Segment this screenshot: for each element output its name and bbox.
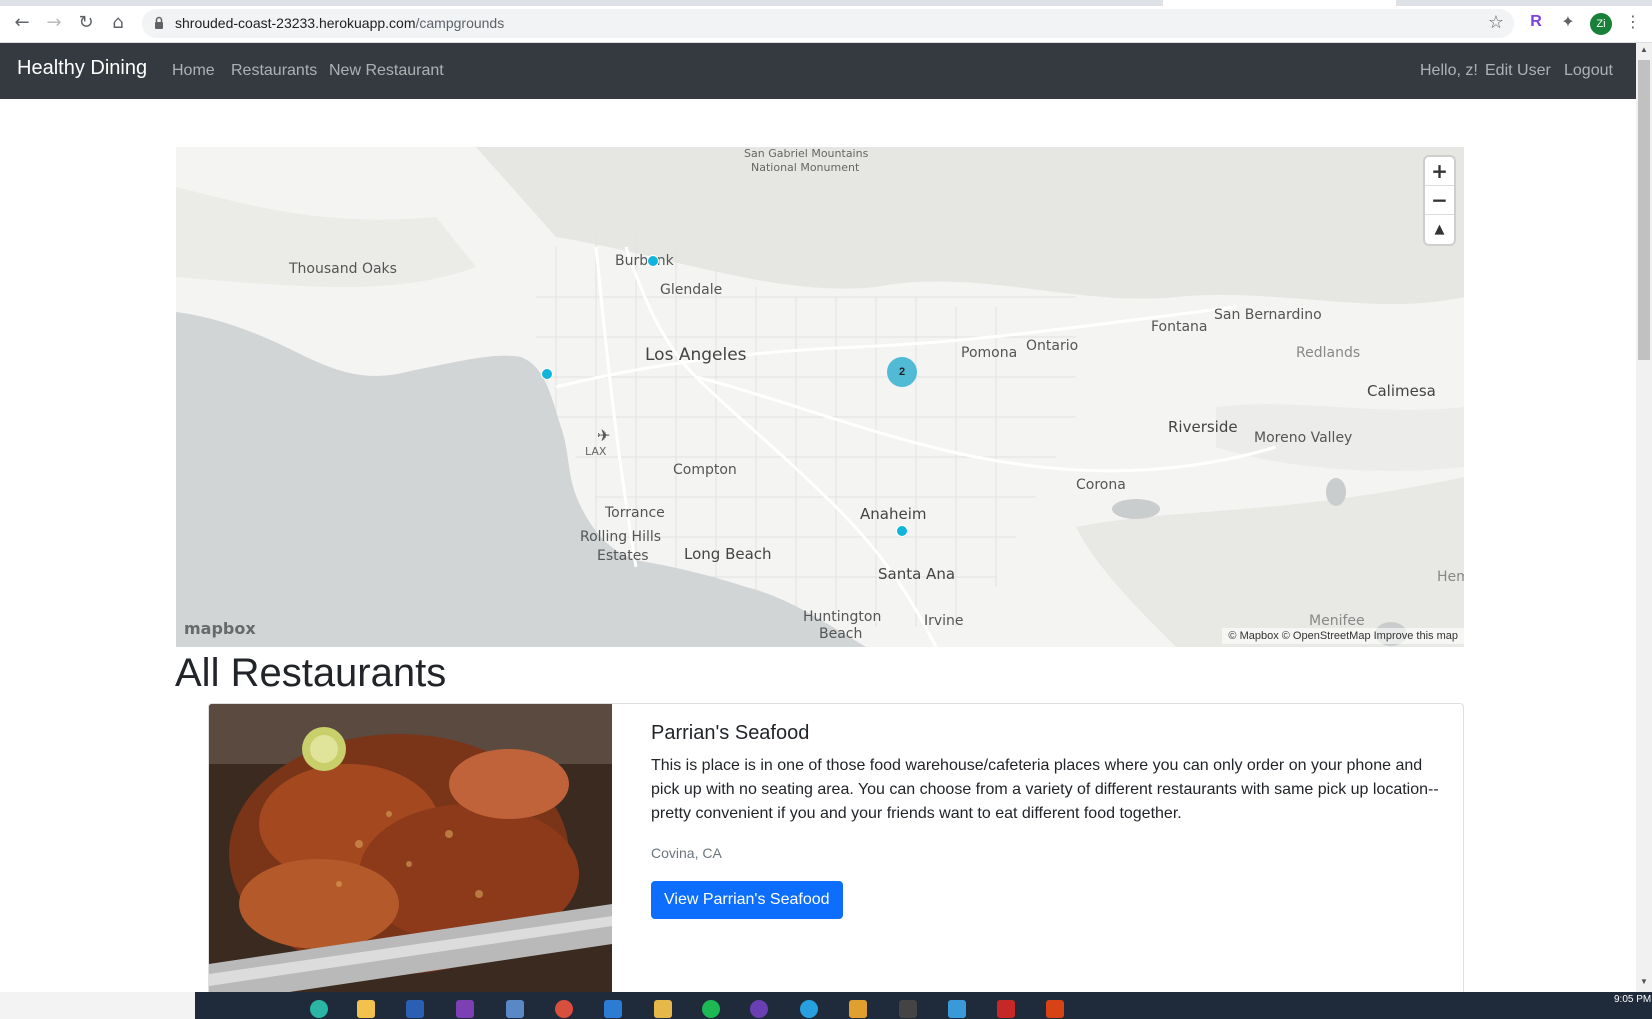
vscode-icon[interactable]: [604, 1000, 622, 1018]
map-attribution[interactable]: © Mapbox © OpenStreetMap Improve this ma…: [1222, 628, 1464, 644]
map-label-compton: Compton: [673, 462, 737, 478]
url-path: /campgrounds: [415, 15, 505, 31]
app-icon[interactable]: [506, 1000, 524, 1018]
scroll-up-icon[interactable]: ▲: [1640, 45, 1648, 54]
nav-restaurants[interactable]: Restaurants: [231, 62, 317, 80]
map-label-pomona: Pomona: [961, 345, 1018, 361]
map-label-thousand-oaks: Thousand Oaks: [289, 261, 397, 277]
map-label-burbank: Burbank: [615, 253, 674, 269]
nav-greeting: Hello, z!: [1420, 62, 1478, 79]
tab-strip: [0, 0, 1652, 6]
taskbar-search-box[interactable]: [0, 992, 195, 1019]
powerpoint-icon[interactable]: [1046, 1000, 1064, 1018]
map-label-ontario: Ontario: [1026, 338, 1079, 354]
svg-text:✈: ✈: [597, 426, 610, 445]
restaurant-title: Parrian's Seafood: [651, 722, 810, 744]
map-label-estates: Estates: [597, 548, 649, 564]
url-host: shrouded-coast-23233.herokuapp.com: [175, 15, 416, 31]
firefox-icon[interactable]: [750, 1000, 768, 1018]
map-label-moreno-valley: Moreno Valley: [1254, 430, 1353, 446]
nav-edit-user[interactable]: Edit User: [1485, 62, 1551, 80]
map-marker-anaheim[interactable]: [896, 525, 908, 537]
restaurants-map[interactable]: ✈ San Gabriel Mountains National Monumen…: [176, 147, 1464, 647]
map-label-beach: Beach: [819, 626, 863, 642]
compass-icon[interactable]: ▲: [1425, 215, 1454, 244]
onenote-icon[interactable]: [456, 1000, 474, 1018]
restaurant-photo: [209, 704, 612, 1002]
app-icon-3[interactable]: [800, 1000, 818, 1018]
reload-icon[interactable]: ↻: [76, 13, 96, 33]
active-tab[interactable]: [1163, 0, 1396, 6]
site-navbar: Healthy Dining Home Restaurants New Rest…: [0, 43, 1636, 99]
nav-logout[interactable]: Logout: [1564, 62, 1613, 80]
app-icon-4[interactable]: [849, 1000, 867, 1018]
brand-link[interactable]: Healthy Dining: [17, 57, 147, 80]
map-label-calimesa: Calimesa: [1367, 382, 1436, 400]
zoom-in-button[interactable]: +: [1425, 157, 1454, 186]
map-label-menifee: Menifee: [1309, 613, 1365, 629]
map-label-long-beach: Long Beach: [684, 545, 772, 563]
map-label-redlands: Redlands: [1296, 345, 1361, 361]
map-label-huntington: Huntington: [803, 609, 882, 625]
map-label-los-angeles: Los Angeles: [645, 345, 747, 365]
page-scrollbar[interactable]: ▲ ▼: [1636, 43, 1652, 992]
bookmark-star-icon[interactable]: ☆: [1488, 12, 1504, 33]
url-text: shrouded-coast-23233.herokuapp.com/campg…: [175, 15, 504, 31]
map-cluster-marker[interactable]: 2: [887, 357, 917, 387]
app-icon-2[interactable]: [654, 1000, 672, 1018]
taskbar-clock[interactable]: 9:05 PM: [1614, 994, 1651, 1005]
map-label-torrance: Torrance: [605, 505, 665, 521]
map-label-santa-ana: Santa Ana: [878, 565, 956, 583]
map-label-rolling-hills: Rolling Hills: [580, 529, 662, 545]
map-label-san-gabriel: San Gabriel Mountains: [744, 147, 869, 160]
menu-kebab-icon[interactable]: ⋮: [1623, 12, 1643, 32]
map-basemap: ✈: [176, 147, 1464, 647]
app-icon-6[interactable]: [997, 1000, 1015, 1018]
forward-icon[interactable]: →: [44, 13, 64, 33]
map-marker-coast[interactable]: [541, 368, 553, 380]
scrollbar-thumb[interactable]: [1638, 60, 1650, 360]
map-label-san-bernardino: San Bernardino: [1214, 307, 1322, 323]
os-taskbar: 9:05 PM: [0, 992, 1652, 1019]
page-title: All Restaurants: [175, 651, 447, 695]
extensions-puzzle-icon[interactable]: ✦: [1558, 12, 1578, 32]
map-navigation-control: + − ▲: [1425, 157, 1454, 244]
restaurant-location: Covina, CA: [651, 845, 722, 861]
mapbox-logo[interactable]: mapbox: [184, 619, 256, 638]
address-bar[interactable]: shrouded-coast-23233.herokuapp.com/campg…: [142, 9, 1514, 38]
map-marker-burbank[interactable]: [647, 255, 659, 267]
map-label-corona: Corona: [1076, 477, 1126, 493]
restaurant-card: Parrian's Seafood This is place is in on…: [208, 703, 1464, 1003]
extension-r-icon[interactable]: R: [1526, 12, 1546, 32]
edge-icon[interactable]: [310, 1000, 328, 1018]
view-restaurant-button[interactable]: View Parrian's Seafood: [651, 881, 843, 919]
back-icon[interactable]: ←: [12, 13, 32, 33]
map-label-anaheim: Anaheim: [860, 505, 927, 523]
map-label-lax: LAX: [585, 445, 607, 458]
map-label-hem: Hem: [1437, 569, 1464, 585]
zoom-out-button[interactable]: −: [1425, 186, 1454, 215]
app-icon-5[interactable]: [948, 1000, 966, 1018]
map-label-irvine: Irvine: [924, 613, 964, 629]
restaurant-description: This is place is in one of those food wa…: [651, 757, 1439, 822]
scroll-down-icon[interactable]: ▼: [1640, 977, 1648, 986]
map-label-fontana: Fontana: [1151, 319, 1208, 335]
map-label-riverside: Riverside: [1168, 418, 1238, 436]
nav-home[interactable]: Home: [172, 62, 215, 80]
nav-new-restaurant[interactable]: New Restaurant: [329, 62, 444, 80]
spotify-icon[interactable]: [702, 1000, 720, 1018]
terminal-icon[interactable]: [899, 1000, 917, 1018]
file-explorer-icon[interactable]: [357, 1000, 375, 1018]
map-label-national-monument: National Monument: [751, 161, 860, 174]
lock-icon: [155, 16, 163, 29]
word-icon[interactable]: [406, 1000, 424, 1018]
map-label-glendale: Glendale: [660, 282, 723, 298]
chrome-icon[interactable]: [555, 1000, 573, 1018]
browser-toolbar: ← → ↻ ⌂ shrouded-coast-23233.herokuapp.c…: [0, 0, 1652, 43]
profile-avatar[interactable]: Zi: [1590, 13, 1612, 35]
home-icon[interactable]: ⌂: [108, 13, 128, 33]
